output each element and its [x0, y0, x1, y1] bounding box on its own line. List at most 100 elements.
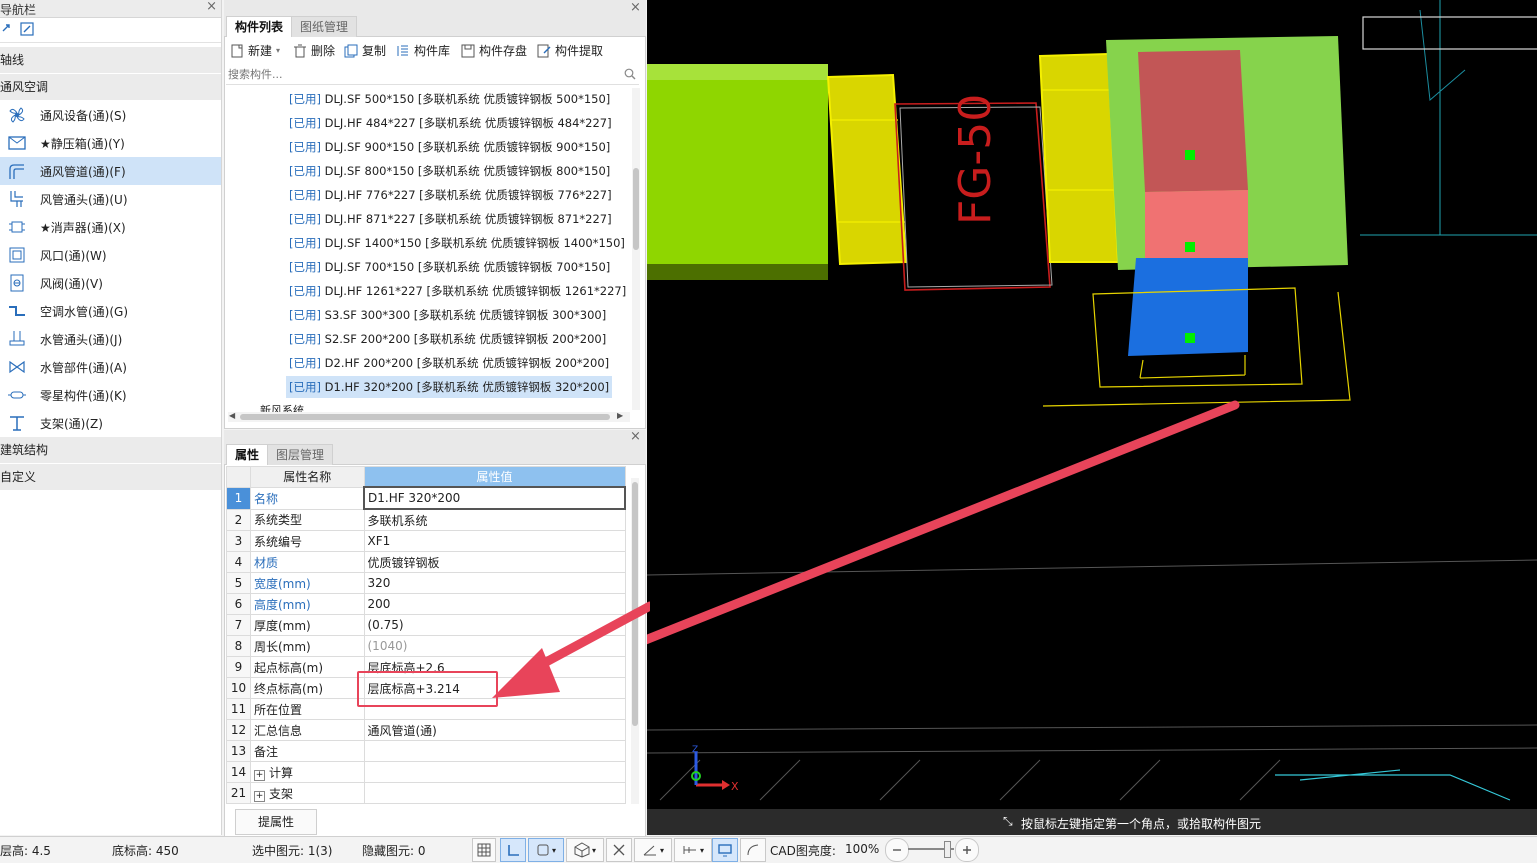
property-row[interactable]: 8 周长(mm) (1040) [226, 635, 626, 657]
component-name: DLJ.HF 776*227 [多联机系统 优质镀锌钢板 776*227] [324, 188, 612, 202]
cancel-select-button[interactable] [606, 838, 632, 862]
tab-drawing-management[interactable]: 图纸管理 [291, 16, 358, 37]
property-value[interactable] [363, 782, 626, 804]
property-value[interactable]: 优质镀锌钢板 [363, 551, 626, 573]
property-row[interactable]: 1 名称 D1.HF 320*200 [226, 486, 626, 510]
cad-cyan-line [1360, 0, 1537, 236]
row-number: 10 [226, 677, 251, 699]
zoom-in-button[interactable] [955, 838, 979, 862]
tab-layer-management[interactable]: 图层管理 [267, 444, 334, 465]
group-building[interactable]: 建筑结构 [0, 437, 221, 464]
component-name: DLJ.SF 700*150 [多联机系统 优质镀锌钢板 700*150] [324, 260, 611, 274]
component-row[interactable]: [已用] D1.HF 320*200 [多联机系统 优质镀锌钢板 320*200… [286, 376, 613, 398]
nav-item[interactable]: 通风设备(通)(S) [0, 101, 221, 129]
scroll-left-icon[interactable]: ◀ [229, 411, 235, 420]
component-row[interactable]: [已用] S3.SF 300*300 [多联机系统 优质镀锌钢板 300*300… [286, 304, 609, 326]
new-button[interactable]: 新建 ▾ [230, 42, 280, 59]
component-row[interactable]: [已用] D2.HF 200*200 [多联机系统 优质镀锌钢板 200*200… [286, 352, 612, 374]
component-row[interactable]: [已用] DLJ.SF 900*150 [多联机系统 优质镀锌钢板 900*15… [286, 136, 613, 158]
close-icon[interactable]: × [630, 429, 641, 444]
property-value[interactable]: 320 [363, 572, 626, 594]
component-name: S2.SF 200*200 [多联机系统 优质镀锌钢板 200*200] [324, 332, 607, 346]
save-component-button[interactable]: 构件存盘 [461, 42, 527, 59]
property-value[interactable]: 200 [363, 593, 626, 615]
nav-item[interactable]: 空调水管(通)(G) [0, 297, 221, 325]
row-number: 5 [226, 572, 251, 594]
nav-item[interactable]: 水管部件(通)(A) [0, 353, 221, 381]
close-icon[interactable]: × [206, 0, 217, 14]
nav-item[interactable]: 通风管道(通)(F) [0, 157, 221, 185]
ortho-button[interactable] [500, 838, 526, 862]
props-scrollbar-thumb[interactable] [632, 482, 638, 726]
extract-property-button[interactable]: 提属性 [235, 809, 317, 835]
nav-item[interactable]: ★静压箱(通)(Y) [0, 129, 221, 157]
group-axis[interactable]: 轴线 [0, 47, 221, 74]
component-row[interactable]: [已用] DLJ.HF 1261*227 [多联机系统 优质镀锌钢板 1261*… [286, 280, 629, 302]
edit-icon[interactable] [20, 22, 34, 40]
property-value[interactable]: (1040) [363, 635, 626, 657]
display-button[interactable] [712, 838, 738, 862]
property-value[interactable]: D1.HF 320*200 [363, 486, 626, 510]
nav-item[interactable]: 风管通头(通)(U) [0, 185, 221, 213]
property-value[interactable] [363, 761, 626, 783]
expand-icon[interactable]: + [254, 769, 265, 781]
add-icon[interactable] [0, 22, 12, 38]
property-row[interactable]: 5 宽度(mm) 320 [226, 572, 626, 594]
3d-viewport[interactable]: FG-50 X Z [647, 0, 1537, 835]
property-row[interactable]: 21 + 支架 [226, 782, 626, 804]
component-row[interactable]: [已用] DLJ.SF 1400*150 [多联机系统 优质镀锌钢板 1400*… [286, 232, 628, 254]
view-cube-button[interactable]: ▾ [566, 838, 604, 862]
component-row[interactable]: [已用] DLJ.HF 484*227 [多联机系统 优质镀锌钢板 484*22… [286, 112, 615, 134]
cad-frame [1362, 16, 1537, 50]
search-input[interactable] [226, 66, 610, 83]
expand-icon[interactable]: + [254, 790, 265, 802]
component-row[interactable]: [已用] DLJ.SF 500*150 [多联机系统 优质镀锌钢板 500*15… [286, 88, 613, 110]
tab-properties[interactable]: 属性 [226, 444, 269, 465]
list-hscrollbar-thumb[interactable] [240, 414, 610, 420]
dimension-button[interactable]: ▾ [674, 838, 712, 862]
nav-item[interactable]: ★消声器(通)(X) [0, 213, 221, 241]
group-hvac[interactable]: 通风空调 [0, 74, 221, 101]
nav-item[interactable]: 风阀(通)(V) [0, 269, 221, 297]
property-value[interactable]: 多联机系统 [363, 508, 626, 531]
property-row[interactable]: 3 系统编号 XF1 [226, 530, 626, 552]
property-value[interactable]: (0.75) [363, 614, 626, 636]
nav-item[interactable]: 水管通头(通)(J) [0, 325, 221, 353]
component-row[interactable]: [已用] S2.SF 200*200 [多联机系统 优质镀锌钢板 200*200… [286, 328, 609, 350]
library-button[interactable]: 构件库 [396, 42, 450, 59]
extract-component-button[interactable]: 构件提取 [537, 42, 603, 59]
property-row[interactable]: 4 材质 优质镀锌钢板 [226, 551, 626, 573]
nav-item[interactable]: 支架(通)(Z) [0, 409, 221, 437]
brightness-slider-handle[interactable] [944, 841, 951, 858]
partial-tree-row[interactable]: 新风系统 [260, 404, 304, 412]
component-row[interactable]: [已用] DLJ.HF 776*227 [多联机系统 优质镀锌钢板 776*22… [286, 184, 615, 206]
search-icon[interactable] [624, 68, 636, 83]
group-custom[interactable]: 自定义 [0, 464, 221, 491]
zoom-out-button[interactable] [885, 838, 909, 862]
delete-button[interactable]: 删除 [293, 42, 335, 59]
property-row[interactable]: 2 系统类型 多联机系统 [226, 508, 626, 531]
component-row[interactable]: [已用] DLJ.SF 700*150 [多联机系统 优质镀锌钢板 700*15… [286, 256, 613, 278]
property-row[interactable]: 6 高度(mm) 200 [226, 593, 626, 615]
scroll-right-icon[interactable]: ▶ [617, 411, 623, 420]
snap-grid-button[interactable] [472, 838, 496, 862]
selection-mode-button[interactable]: ▾ [528, 838, 564, 862]
angle-button[interactable]: ▾ [634, 838, 672, 862]
property-row[interactable]: 14 + 计算 [226, 761, 626, 783]
property-row[interactable]: 12 汇总信息 通风管道(通) [226, 719, 626, 741]
property-row[interactable]: 7 厚度(mm) (0.75) [226, 614, 626, 636]
nav-item[interactable]: 风口(通)(W) [0, 241, 221, 269]
nav-item[interactable]: 零星构件(通)(K) [0, 381, 221, 409]
component-row[interactable]: [已用] DLJ.HF 871*227 [多联机系统 优质镀锌钢板 871*22… [286, 208, 615, 230]
trash-icon [294, 44, 306, 57]
property-value[interactable]: XF1 [363, 530, 626, 552]
curve-button[interactable] [740, 838, 766, 862]
close-icon[interactable]: × [630, 0, 641, 15]
property-row[interactable]: 13 备注 [226, 740, 626, 762]
tab-component-list[interactable]: 构件列表 [226, 16, 293, 37]
copy-button[interactable]: 复制 [344, 42, 386, 59]
list-scrollbar-thumb[interactable] [633, 168, 639, 250]
property-value[interactable] [363, 740, 626, 762]
component-row[interactable]: [已用] DLJ.SF 800*150 [多联机系统 优质镀锌钢板 800*15… [286, 160, 613, 182]
property-value[interactable]: 通风管道(通) [363, 719, 626, 741]
